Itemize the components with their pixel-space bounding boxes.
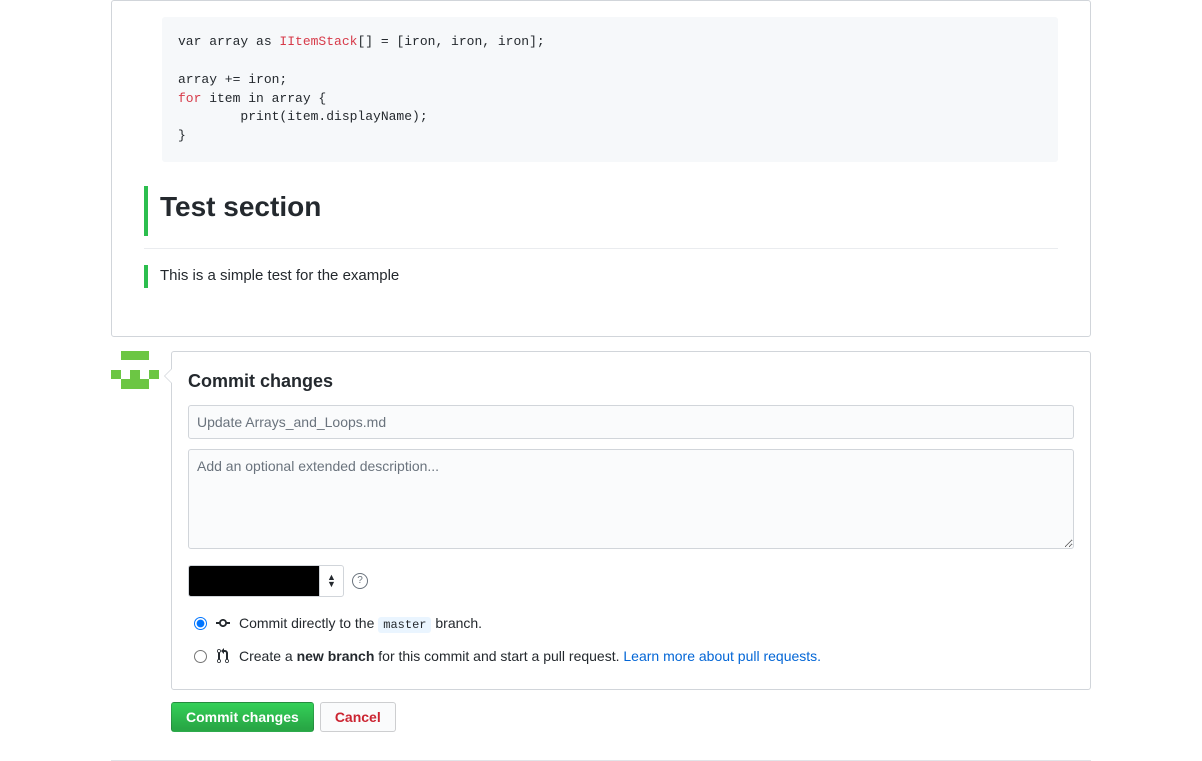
code-line: array += iron; xyxy=(178,72,287,87)
radio-label-text: branch. xyxy=(431,615,482,631)
radio-input[interactable] xyxy=(194,650,207,663)
commit-description-input[interactable] xyxy=(188,449,1074,549)
code-line: print(item.displayName); xyxy=(178,109,428,124)
email-select[interactable]: ▲▼ xyxy=(188,565,344,597)
radio-label-text: Create a xyxy=(239,648,297,664)
code-line: var array as xyxy=(178,34,279,49)
code-line: } xyxy=(178,128,186,143)
code-type: IItemStack xyxy=(279,34,357,49)
quote-block: This is a simple test for the example xyxy=(144,265,1058,288)
git-pull-request-icon xyxy=(215,648,231,664)
radio-label-text: Commit directly to the xyxy=(239,615,378,631)
commit-changes-button[interactable]: Commit changes xyxy=(171,702,314,732)
help-icon[interactable]: ? xyxy=(352,573,368,589)
heading-divider xyxy=(144,248,1058,249)
radio-label-strong: new branch xyxy=(297,648,375,664)
commit-summary-input[interactable] xyxy=(188,405,1074,439)
footer-divider xyxy=(111,760,1091,761)
code-line: item in array { xyxy=(201,91,326,106)
quote-text: This is a simple test for the example xyxy=(160,267,399,284)
section-heading: Test section xyxy=(160,186,1058,236)
commit-direct-radio[interactable]: Commit directly to the master branch. xyxy=(188,607,1074,640)
section-heading-wrapper: Test section xyxy=(144,186,1058,236)
cancel-button[interactable]: Cancel xyxy=(320,702,396,732)
git-commit-icon xyxy=(215,615,231,631)
commit-box: Commit changes ▲▼ ? Commit directly to t… xyxy=(171,351,1091,690)
commit-title: Commit changes xyxy=(188,368,1074,395)
branch-name: master xyxy=(378,617,431,633)
learn-more-link[interactable]: Learn more about pull requests. xyxy=(623,648,821,664)
radio-label-text: for this commit and start a pull request… xyxy=(374,648,623,664)
select-caret-icon: ▲▼ xyxy=(319,566,343,596)
code-line: [] = [iron, iron, iron]; xyxy=(357,34,544,49)
radio-input[interactable] xyxy=(194,617,207,630)
code-keyword: for xyxy=(178,91,201,106)
code-block: var array as IItemStack[] = [iron, iron,… xyxy=(162,17,1058,162)
avatar xyxy=(111,351,159,399)
commit-newbranch-radio[interactable]: Create a new branch for this commit and … xyxy=(188,640,1074,673)
preview-panel: var array as IItemStack[] = [iron, iron,… xyxy=(111,0,1091,337)
